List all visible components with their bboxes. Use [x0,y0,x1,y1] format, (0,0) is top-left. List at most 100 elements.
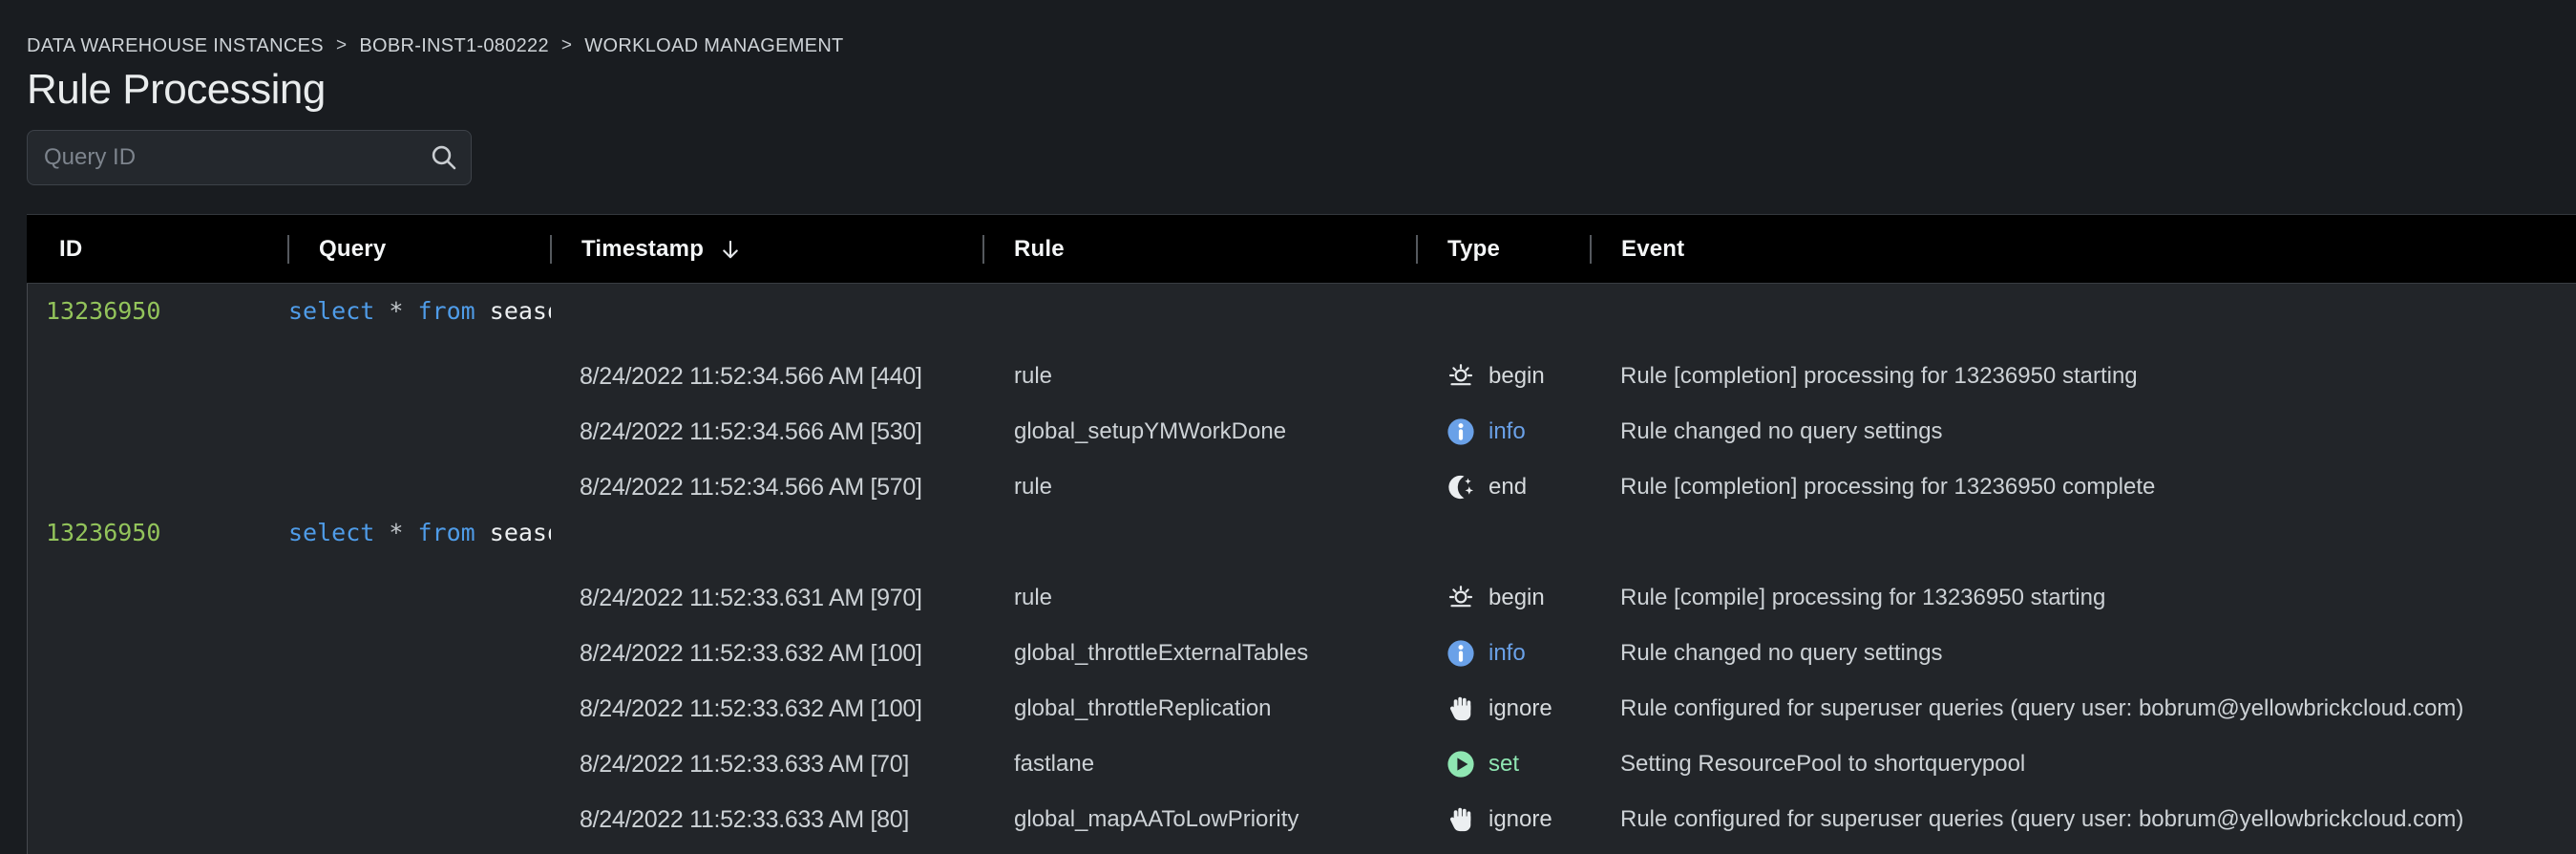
timestamp-cell: 8/24/2022 11:52:34.566 AM [440] [551,363,983,391]
begin-icon [1446,361,1476,392]
sql-token-operator: * [389,519,403,546]
event-cell: Rule configured for superuser queries (q… [1591,695,2576,722]
timestamp-cell: 8/24/2022 11:52:33.633 AM [80] [551,806,983,834]
event-cell: Rule [completion] processing for 1323695… [1591,363,2576,390]
event-row: 8/24/2022 11:52:33.633 AM [80]global_map… [28,792,2576,847]
set-icon [1446,749,1476,779]
timestamp-cell: 8/24/2022 11:52:33.632 AM [100] [551,695,983,723]
column-header-type[interactable]: Type [1416,215,1590,283]
breadcrumb-item-instances[interactable]: DATA WAREHOUSE INSTANCES [27,35,324,57]
type-label: begin [1489,585,1545,611]
type-label: info [1489,418,1526,445]
type-cell: info [1417,416,1591,447]
rule-processing-table: ID Query Timestamp Rule Type Event [27,214,2576,854]
breadcrumb-item-workload-management[interactable]: WORKLOAD MANAGEMENT [584,35,843,57]
event-cell: Rule [compile] processing for 13236950 s… [1591,585,2576,611]
sql-token-keyword: select [288,297,374,325]
column-header-event[interactable]: Event [1590,215,2576,283]
id-cell[interactable]: 13236950 [28,519,288,546]
sql-token-keyword: from [418,519,475,546]
rule-processing-page: DATA WAREHOUSE INSTANCES > BOBR-INST1-08… [0,0,2576,854]
timestamp-cell: 8/24/2022 11:52:34.566 AM [530] [551,418,983,446]
column-header-query[interactable]: Query [287,215,550,283]
group-id-row: 13236950select * from season [28,505,2576,559]
column-header-id[interactable]: ID [27,215,287,283]
event-row: 8/24/2022 11:52:33.631 AM [970]rule begin… [28,570,2576,626]
rule-cell: global_throttleExternalTables [983,640,1417,667]
column-header-event-label: Event [1621,236,1684,263]
group-event-rows: 8/24/2022 11:52:34.566 AM [440]rulebegin… [28,349,2576,515]
timestamp-cell: 8/24/2022 11:52:33.631 AM [970] [551,585,983,612]
event-row: 8/24/2022 11:52:33.633 AM [70]fastlane se… [28,737,2576,792]
timestamp-cell: 8/24/2022 11:52:34.566 AM [570] [551,474,983,502]
column-header-query-label: Query [319,236,386,263]
sql-token-keyword: select [288,519,374,546]
id-cell[interactable]: 13236950 [28,297,288,325]
rule-cell: global_throttleReplication [983,695,1417,722]
event-cell: Rule configured for superuser queries (q… [1591,806,2576,833]
page-title: Rule Processing [27,65,2576,115]
sort-descending-icon [718,237,743,262]
event-row: 8/24/2022 11:52:34.566 AM [530]global_se… [28,404,2576,459]
type-label: ignore [1489,695,1552,722]
type-label: ignore [1489,806,1552,833]
column-header-rule-label: Rule [1014,236,1065,263]
column-header-timestamp[interactable]: Timestamp [550,215,982,283]
column-header-type-label: Type [1447,236,1500,263]
query-rule-group: 13236950select * from season 8/24/2022 11… [28,284,2576,515]
rule-cell: rule [983,585,1417,611]
info-icon [1446,416,1476,447]
type-label: end [1489,474,1527,501]
table-header-row: ID Query Timestamp Rule Type Event [27,214,2576,284]
breadcrumb-item-instance[interactable]: BOBR-INST1-080222 [359,35,549,57]
ignore-icon [1446,694,1476,724]
event-row: 8/24/2022 11:52:33.632 AM [100]global_th… [28,681,2576,737]
column-header-timestamp-label: Timestamp [581,236,704,263]
column-header-id-label: ID [59,236,82,263]
event-row: 8/24/2022 11:52:34.566 AM [440]rule begin… [28,349,2576,404]
ignore-icon [1446,804,1476,835]
column-header-rule[interactable]: Rule [982,215,1416,283]
timestamp-cell: 8/24/2022 11:52:33.632 AM [100] [551,640,983,668]
rule-cell: global_setupYMWorkDone [983,418,1417,445]
sql-token-operator: * [389,297,403,325]
type-cell: info [1417,638,1591,669]
query-id-search-input[interactable] [27,130,472,185]
end-icon [1446,472,1476,502]
type-label: begin [1489,363,1545,390]
rule-cell: fastlane [983,751,1417,778]
type-cell: ignore [1417,804,1591,835]
event-cell: Rule changed no query settings [1591,418,2576,445]
table-body: 13236950select * from season8/24/2022 11… [27,284,2576,854]
sql-token-identifier: season [490,519,551,546]
query-cell: select * from season [288,519,551,546]
breadcrumb: DATA WAREHOUSE INSTANCES > BOBR-INST1-08… [27,36,2576,55]
group-event-rows: 8/24/2022 11:52:33.631 AM [970]rule begin… [28,570,2576,847]
type-label: set [1489,751,1519,778]
timestamp-cell: 8/24/2022 11:52:33.633 AM [70] [551,751,983,779]
query-cell: select * from season [288,297,551,325]
info-icon [1446,638,1476,669]
type-cell: end [1417,472,1591,502]
type-label: info [1489,640,1526,667]
type-cell: set [1417,749,1591,779]
search-icon[interactable] [429,142,459,173]
rule-cell: rule [983,474,1417,501]
event-cell: Setting ResourcePool to shortquerypool [1591,751,2576,778]
breadcrumb-separator-icon: > [336,35,347,56]
group-id-row: 13236950select * from season [28,284,2576,337]
breadcrumb-separator-icon: > [561,35,572,56]
begin-icon [1446,583,1476,613]
sql-token-identifier: season [490,297,551,325]
query-id-search [27,130,472,185]
page-header: DATA WAREHOUSE INSTANCES > BOBR-INST1-08… [0,0,2576,185]
rule-cell: global_mapAAToLowPriority [983,806,1417,833]
query-rule-group: 13236950select * from season 8/24/2022 11… [28,505,2576,847]
type-cell: begin [1417,361,1591,392]
event-cell: Rule [completion] processing for 1323695… [1591,474,2576,501]
event-row: 8/24/2022 11:52:33.632 AM [100]global_th… [28,626,2576,681]
sql-token-keyword: from [418,297,475,325]
type-cell: ignore [1417,694,1591,724]
rule-cell: rule [983,363,1417,390]
type-cell: begin [1417,583,1591,613]
